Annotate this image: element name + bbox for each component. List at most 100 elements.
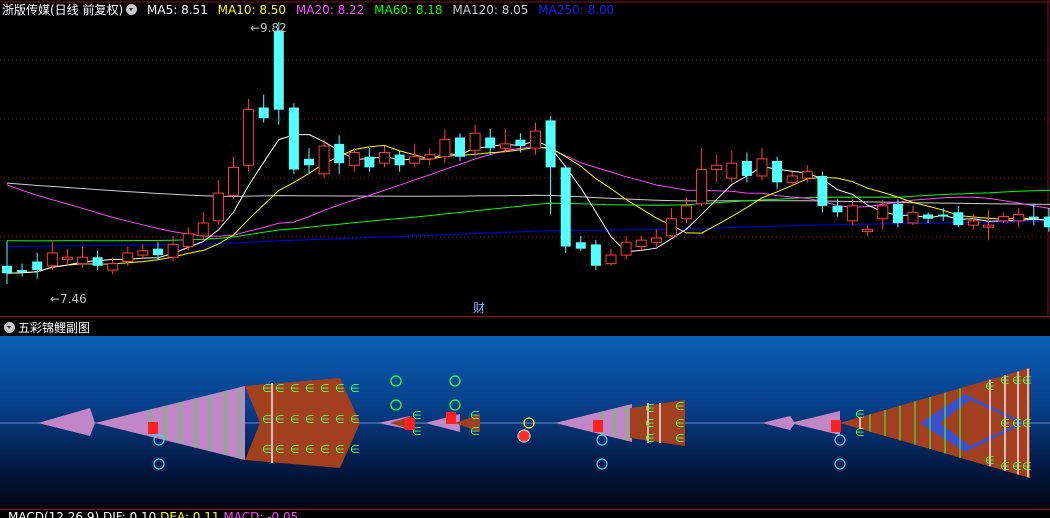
candle[interactable] — [907, 205, 919, 226]
signal-circle — [153, 458, 165, 470]
red-marker — [593, 420, 603, 432]
arrow-glyph: ∈ — [335, 382, 345, 395]
dea-label: DEA: 0.11 — [160, 510, 220, 518]
candle[interactable] — [243, 98, 255, 172]
candle[interactable] — [46, 240, 58, 271]
candle[interactable] — [786, 171, 798, 187]
candle[interactable] — [197, 212, 209, 241]
arrow-glyph: ∈ — [645, 417, 655, 430]
candle[interactable] — [32, 252, 43, 279]
candle[interactable] — [847, 199, 859, 226]
candle[interactable] — [575, 235, 586, 251]
ma120-label: MA120: 8.05 — [452, 3, 529, 17]
candle[interactable] — [394, 150, 405, 172]
candle[interactable] — [726, 150, 738, 183]
candle[interactable] — [530, 122, 541, 155]
price-chart[interactable]: ←9.82 ←7.46 财 — [0, 0, 1050, 316]
arrow-glyph: ∈ — [290, 413, 300, 426]
candle[interactable] — [892, 199, 903, 228]
arrow-glyph: ∈ — [855, 426, 865, 439]
candle[interactable] — [862, 225, 874, 236]
red-marker — [446, 412, 456, 424]
arrow-glyph: ∈ — [275, 382, 285, 395]
candle[interactable] — [696, 148, 708, 206]
arrow-glyph: ∈ — [262, 443, 272, 456]
candle[interactable] — [455, 133, 465, 161]
indicator-panel[interactable]: ∈ ∈ ∈ ∈ ∈ ∈ ∈ ∈ ∈ ∈ ∈ ∈ ∈ ∈ ∈ ∈ ∈ ∈ ∈ ∈ ∈ ∈ ∈ ∈ ∈ ∈ ∈ ∈ ∈ ∈ ∈ ∈ ∈ ∈ ∈ ∈ ∈ ∈ ∈ ∈… — [0, 336, 1050, 509]
dropdown-icon[interactable] — [126, 4, 138, 15]
stock-title: 浙版传媒(日线 前复权) — [2, 3, 124, 17]
arrow-glyph: ∈ — [262, 382, 272, 395]
candle[interactable] — [439, 128, 451, 164]
candle[interactable] — [469, 124, 481, 157]
candle[interactable] — [318, 139, 330, 179]
candle[interactable] — [635, 235, 647, 251]
candle[interactable] — [258, 94, 269, 123]
candle[interactable] — [560, 165, 571, 253]
macd-title: MACD(12,26,9) — [8, 510, 100, 518]
candle[interactable] — [137, 244, 149, 260]
arrow-glyph: ∈ — [855, 408, 865, 421]
arrow-glyph: ∈ — [470, 409, 480, 422]
arrow-glyph: ∈ — [262, 413, 272, 426]
arrow-glyph: ∈ — [1000, 417, 1010, 430]
candle[interactable] — [772, 156, 783, 189]
candle[interactable] — [212, 180, 224, 226]
red-marker — [831, 420, 841, 432]
candle[interactable] — [17, 263, 28, 277]
candle[interactable] — [953, 205, 964, 228]
arrow-glyph: ∈ — [305, 382, 315, 395]
candle[interactable] — [273, 22, 284, 125]
dropdown-icon[interactable] — [4, 322, 15, 333]
subchart-title: 五彩锦鲤副图 — [18, 321, 91, 335]
candle[interactable] — [1013, 208, 1025, 228]
candle[interactable] — [182, 227, 194, 251]
candle[interactable] — [424, 148, 436, 166]
red-marker — [405, 418, 415, 430]
arrow-glyph: ∈ — [350, 443, 360, 456]
red-marker — [148, 422, 158, 434]
candle[interactable] — [364, 148, 375, 172]
candle[interactable] — [650, 229, 662, 247]
ma250-label: MA250: 8.00 — [538, 3, 615, 17]
candle[interactable] — [817, 171, 828, 213]
arrow-glyph: ∈ — [675, 417, 685, 430]
arrow-glyph: ∈ — [985, 454, 995, 467]
arrow-glyph: ∈ — [335, 443, 345, 456]
candle[interactable] — [2, 241, 12, 284]
candle[interactable] — [61, 248, 73, 266]
candle[interactable] — [832, 199, 843, 217]
arrow-glyph: ∈ — [1022, 374, 1032, 387]
candle[interactable] — [77, 246, 88, 268]
candle[interactable] — [348, 148, 360, 172]
dif-label: DIF: 0.10 — [102, 510, 157, 518]
candle[interactable] — [620, 235, 632, 260]
candle[interactable] — [167, 235, 179, 262]
candle[interactable] — [334, 135, 345, 174]
candle[interactable] — [923, 212, 934, 224]
kline-panel[interactable]: ←9.82 ←7.46 财 浙版传媒(日线 前复权) MA5: 8.51 MA10:… — [0, 0, 1050, 316]
candle[interactable] — [288, 103, 299, 174]
candle[interactable] — [1043, 208, 1050, 232]
candle[interactable] — [590, 240, 601, 271]
candle[interactable] — [304, 148, 314, 174]
ma10-label: MA10: 8.50 — [217, 3, 287, 17]
candle[interactable] — [756, 148, 768, 181]
arrow-glyph: ∈ — [1012, 460, 1022, 473]
candle[interactable] — [499, 128, 511, 153]
fish-shape — [95, 386, 245, 460]
candle[interactable] — [665, 208, 677, 238]
candle[interactable] — [605, 248, 617, 266]
candle[interactable] — [938, 208, 949, 221]
candle[interactable] — [545, 116, 556, 215]
candle[interactable] — [92, 250, 103, 271]
candle[interactable] — [228, 156, 239, 200]
candle[interactable] — [485, 128, 496, 155]
candle[interactable] — [379, 146, 390, 168]
macd-panel[interactable]: MACD(12,26,9) DIF: 0.10 DEA: 0.11 MACD: … — [0, 510, 1050, 518]
signal-circle — [834, 458, 846, 470]
arrow-glyph: ∈ — [1022, 417, 1032, 430]
arrow-glyph: ∈ — [985, 380, 995, 393]
cai-marker: 财 — [473, 301, 485, 315]
candle[interactable] — [983, 210, 994, 241]
